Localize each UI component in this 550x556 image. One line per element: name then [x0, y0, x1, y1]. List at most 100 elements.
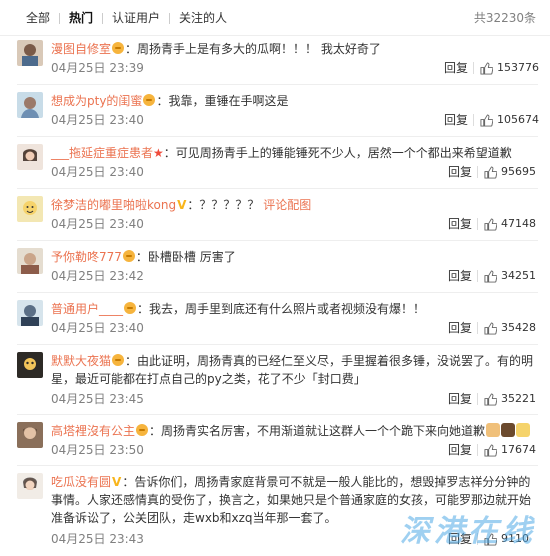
star-badge-icon: ★	[153, 146, 164, 160]
action-divider	[477, 218, 478, 230]
like-count: 35221	[501, 392, 536, 405]
thumbs-up-icon	[480, 113, 493, 127]
username-link[interactable]: 漫图自修室	[51, 42, 111, 56]
comment-text: 周扬青实名厉害，不用渐道就让这群人一个个跪下来向她道歉	[161, 424, 486, 438]
thumbs-up-icon	[484, 217, 497, 231]
reply-button[interactable]: 回复	[444, 113, 468, 127]
thumbs-up-icon	[484, 392, 497, 406]
username-link[interactable]: 高塔裡沒有公主	[51, 424, 135, 438]
member-badge-icon	[136, 424, 149, 436]
tab-hot[interactable]: 热门	[60, 11, 102, 25]
comment-timestamp: 04月25日 23:50	[51, 443, 144, 457]
like-button[interactable]: 153776	[480, 61, 539, 75]
avatar[interactable]	[17, 144, 43, 170]
avatar[interactable]	[17, 248, 43, 274]
comment-text: 可见周扬青手上的锤能锤死不少人，居然一个个都出来希望道歉	[175, 146, 512, 160]
verified-v-icon: V	[112, 475, 122, 489]
comment-divider	[17, 84, 538, 85]
action-divider	[477, 270, 478, 282]
reply-button[interactable]: 回复	[448, 217, 472, 231]
like-button[interactable]: 35221	[484, 392, 536, 406]
comment-text-line: 默默大夜猫 ：由此证明，周扬青真的已经仁至义尽，手里握着很多锤，没说罢了。有的明星…	[51, 354, 534, 386]
comment-text-line: 高塔裡沒有公主 ：周扬青实名厉害，不用渐道就让这群人一个个跪下来向她道歉	[51, 422, 541, 440]
comment-total-count: 共32230条	[473, 11, 536, 25]
username-link[interactable]: 普通用户____	[51, 302, 123, 316]
comment-timestamp: 04月25日 23:40	[51, 217, 144, 231]
reply-button[interactable]: 回复	[448, 165, 472, 179]
reply-button[interactable]: 回复	[448, 392, 472, 406]
comment-text: ？？？？？	[199, 198, 260, 212]
comment-timestamp: 04月25日 23:45	[51, 392, 144, 406]
comment-text-line: 想成为pty的闺蜜 ：我靠，重锤在手啊这是	[51, 94, 289, 108]
like-button[interactable]: 35428	[484, 321, 536, 335]
reply-button[interactable]: 回复	[448, 443, 472, 457]
like-count: 17674	[501, 443, 536, 456]
view-image-link[interactable]: 评论配图	[263, 198, 311, 212]
username-link[interactable]: 徐梦洁的嘟里啪啦kong	[51, 198, 176, 212]
tab-all[interactable]: 全部	[26, 11, 59, 25]
like-count: 95695	[501, 165, 536, 178]
like-count: 47148	[501, 217, 536, 230]
username-link[interactable]: 默默大夜猫	[51, 354, 111, 368]
username-link[interactable]: ___拖延症重症患者	[51, 146, 153, 160]
verified-v-icon: V	[177, 198, 187, 212]
thumbs-up-icon	[480, 61, 493, 75]
username-link[interactable]: 想成为pty的闺蜜	[51, 94, 142, 108]
avatar[interactable]	[17, 92, 43, 118]
member-badge-icon	[112, 354, 125, 366]
reply-button[interactable]: 回复	[448, 269, 472, 283]
avatar[interactable]	[17, 196, 43, 222]
comment-text: 周扬青手上是有多大的瓜啊！！！ 我太好奇了	[137, 42, 381, 56]
comment-text: 卧槽卧槽 厉害了	[147, 250, 236, 264]
comment-divider	[17, 414, 538, 415]
comment-timestamp: 04月25日 23:40	[51, 165, 144, 179]
beer-emoji-icon	[516, 423, 531, 437]
comment-text-line: ___拖延症重症患者★：可见周扬青手上的锤能锤死不少人，居然一个个都出来希望道歉	[51, 146, 512, 160]
site-watermark: 深港在线	[400, 514, 536, 549]
username-link[interactable]: 予你勒咚777	[51, 250, 122, 264]
like-count: 35428	[501, 321, 536, 334]
thumbs-up-emoji-icon	[486, 423, 501, 437]
thumbs-up-icon	[484, 269, 497, 283]
reply-button[interactable]: 回复	[448, 321, 472, 335]
username-link[interactable]: 吃瓜没有圆	[51, 475, 111, 489]
like-count: 153776	[497, 61, 539, 74]
avatar[interactable]	[17, 473, 43, 499]
action-divider	[477, 393, 478, 405]
avatar[interactable]	[17, 300, 43, 326]
tab-verified[interactable]: 认证用户	[103, 11, 169, 25]
like-button[interactable]: 105674	[480, 113, 539, 127]
thumbs-up-icon	[484, 443, 497, 457]
comment-timestamp: 04月25日 23:42	[51, 269, 144, 283]
comment-text-line: 漫图自修室 ：周扬青手上是有多大的瓜啊！！！ 我太好奇了	[51, 42, 381, 56]
like-button[interactable]: 95695	[484, 165, 536, 179]
comment-text-line: 徐梦洁的嘟里啪啦kongV：？？？？？ 评论配图	[51, 198, 312, 212]
member-badge-icon	[122, 250, 135, 262]
tab-following[interactable]: 关注的人	[170, 11, 236, 25]
avatar[interactable]	[17, 352, 43, 378]
like-button[interactable]: 47148	[484, 217, 536, 231]
comment-divider	[17, 344, 538, 345]
comment-divider	[17, 465, 538, 466]
action-divider	[473, 114, 474, 126]
thumbs-up-icon	[484, 165, 497, 179]
like-count: 34251	[501, 269, 536, 282]
like-button[interactable]: 34251	[484, 269, 536, 283]
comment-divider	[17, 240, 538, 241]
comment-text-line: 普通用户____ ：我去，周手里到底还有什么照片或者视频没有爆！！	[51, 302, 426, 316]
avatar[interactable]	[17, 40, 43, 66]
filter-tabs: 全部 热门 认证用户 关注的人	[26, 11, 236, 25]
comment-timestamp: 04月25日 23:39	[51, 61, 144, 75]
comment-text: 我去，周手里到底还有什么照片或者视频没有爆！！	[149, 302, 426, 316]
avatar[interactable]	[17, 422, 43, 448]
member-badge-icon	[124, 302, 137, 314]
like-button[interactable]: 17674	[484, 443, 536, 457]
comment-divider	[17, 188, 538, 189]
comment-filter-bar: 全部 热门 认证用户 关注的人 共32230条	[0, 0, 550, 36]
thumbs-up-icon	[484, 321, 497, 335]
reply-button[interactable]: 回复	[444, 61, 468, 75]
comment-timestamp: 04月25日 23:43	[51, 532, 144, 546]
comment-text: 我靠，重锤在手啊这是	[168, 94, 289, 108]
member-badge-icon	[112, 42, 125, 54]
comment-divider	[17, 292, 538, 293]
